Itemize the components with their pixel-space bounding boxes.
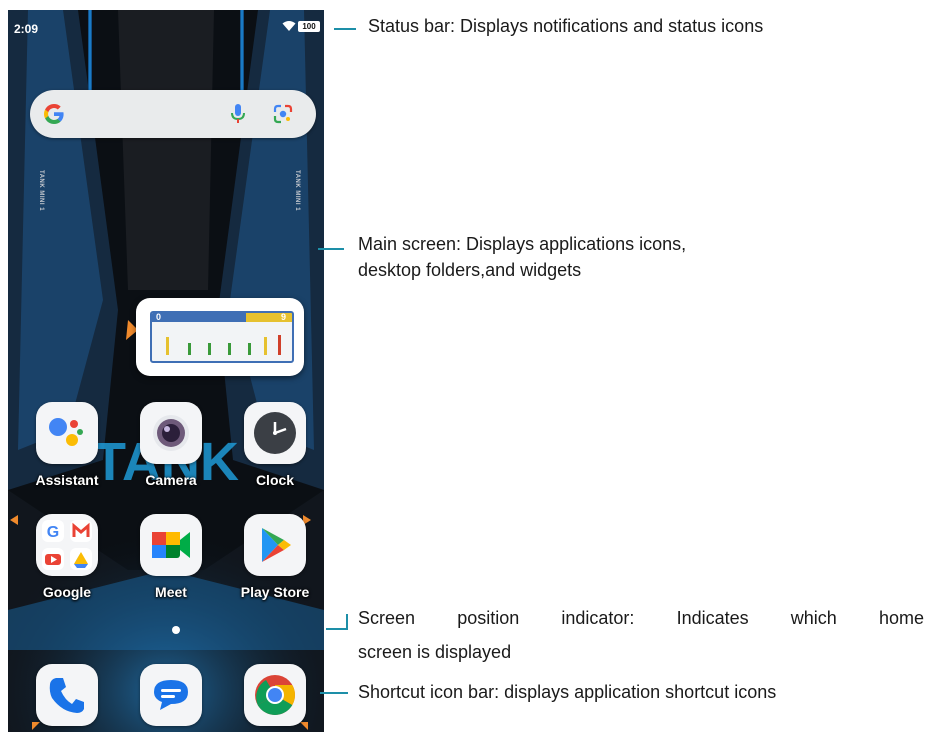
status-icons: 100	[282, 20, 320, 32]
main-screen-leader-line	[318, 248, 344, 250]
messages-icon[interactable]	[140, 664, 202, 726]
wifi-icon	[282, 21, 296, 31]
wallpaper-side-text-right: TANK MINI 1	[294, 170, 300, 212]
indicator-leader-line	[326, 628, 346, 630]
meet-icon	[140, 514, 202, 576]
app-clock[interactable]: Clock	[230, 402, 320, 488]
annotation-main-screen-line1: Main screen: Displays applications icons…	[358, 234, 687, 254]
wallpaper-side-text-left: TANK MINI 1	[38, 170, 44, 212]
phone-screen: TANK 2:09 100	[8, 10, 324, 732]
annotation-main-screen-line2: desktop folders,and widgets	[358, 260, 582, 280]
google-folder-icon: G	[36, 514, 98, 576]
app-meet[interactable]: Meet	[126, 514, 216, 600]
google-search-bar[interactable]	[30, 90, 316, 138]
annotation-status-bar: Status bar: Displays notifications and s…	[368, 16, 764, 36]
app-label-clock: Clock	[255, 472, 295, 488]
app-play-store[interactable]: Play Store	[230, 514, 320, 600]
app-label-assistant: Assistant	[35, 472, 99, 488]
app-google-folder[interactable]: G Google	[22, 514, 112, 600]
annotation-shortcut-bar: Shortcut icon bar: displays application …	[358, 682, 777, 702]
microphone-icon[interactable]	[228, 102, 248, 126]
indicator-leader-bracket	[346, 614, 348, 630]
app-label-google: Google	[42, 584, 92, 600]
app-camera[interactable]: Camera	[126, 402, 216, 488]
phone-icon[interactable]	[36, 664, 98, 726]
status-bar: 2:09 100	[8, 10, 324, 40]
gauge-max-label: 9	[280, 312, 286, 322]
status-time: 2:09	[14, 22, 39, 36]
screen-position-indicator[interactable]	[172, 626, 180, 634]
gauge-min-label: 0	[156, 312, 162, 322]
gauge-bars	[166, 335, 281, 355]
camera-icon	[140, 402, 202, 464]
play-store-icon	[244, 514, 306, 576]
status-bar-leader-line	[334, 28, 356, 30]
app-label-camera: Camera	[145, 472, 197, 488]
svg-text:G: G	[47, 524, 59, 541]
assistant-icon	[36, 402, 98, 464]
google-lens-icon[interactable]	[272, 103, 294, 125]
gauge-widget-display: 0 9	[150, 311, 294, 363]
annotation-indicator-line1: Screen position indicator: Indicates whi…	[358, 608, 924, 628]
battery-icon: 100	[298, 20, 320, 32]
chrome-icon[interactable]	[244, 664, 306, 726]
app-assistant[interactable]: Assistant	[22, 402, 112, 488]
app-label-meet: Meet	[155, 584, 187, 600]
clock-icon	[244, 402, 306, 464]
shortcut-leader-line	[320, 692, 348, 694]
gauge-top-bar: 0 9	[152, 313, 292, 322]
app-label-play-store: Play Store	[240, 584, 310, 600]
annotation-indicator-line2: screen is displayed	[358, 642, 512, 662]
gauge-widget[interactable]: 0 9	[136, 298, 304, 376]
google-g-icon	[44, 104, 64, 124]
